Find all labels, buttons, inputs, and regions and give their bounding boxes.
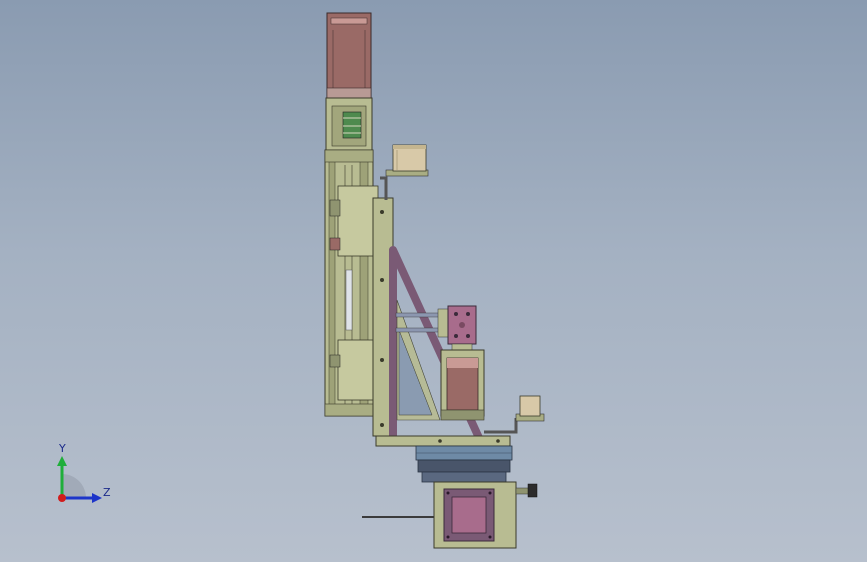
triad-plane-icon [62, 474, 86, 498]
lower-cup-sensor [484, 395, 545, 434]
pink-cylinder-block [447, 305, 477, 351]
top-motor [326, 12, 372, 99]
coupling-housing [325, 97, 373, 154]
z-axis-arrowhead-icon [92, 493, 102, 503]
lower-motor [440, 349, 485, 421]
coordinate-triad: Y Z [57, 442, 111, 503]
z-axis-label: Z [103, 486, 111, 499]
y-axis-label: Y [58, 442, 66, 455]
y-axis-arrowhead-icon [57, 456, 67, 466]
upper-cup-sensor [380, 144, 429, 200]
bottom-gearbox [362, 481, 538, 549]
vertical-linear-axis [324, 149, 379, 417]
cad-viewport[interactable] [0, 0, 867, 562]
base-plate [375, 435, 511, 447]
origin-dot-icon [58, 494, 66, 502]
rotary-base [415, 445, 513, 483]
